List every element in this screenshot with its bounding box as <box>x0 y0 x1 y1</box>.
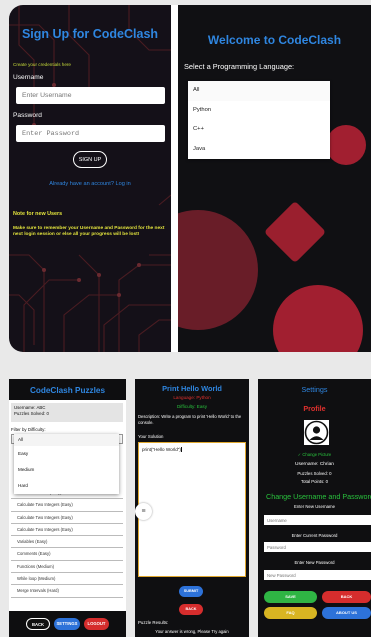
username-input[interactable] <box>16 87 165 104</box>
puzzle-language: Language: Python <box>173 395 211 400</box>
puzzle-list: Print Hello World (Easy) Calculate Two I… <box>11 487 123 598</box>
puzzles-screen: CodeClash Puzzles Username: ABC Puzzles … <box>9 379 126 637</box>
save-button[interactable]: SAVE <box>264 591 317 603</box>
puzzles-footer: BACK SETTINGS LOGOUT <box>9 611 126 637</box>
puzzle-title: Print Hello World <box>162 384 222 393</box>
signup-screen: Sign Up for CodeClash Create your creden… <box>9 5 171 352</box>
new-username-label: Enter New Username <box>293 504 336 509</box>
back-button[interactable]: BACK <box>322 591 371 603</box>
language-select-label: Select a Programming Language: <box>184 62 295 71</box>
signup-subtitle: Create your credentials here <box>13 62 71 67</box>
settings-total-points: Total Points: 0 <box>301 479 328 484</box>
puzzle-list-item[interactable]: Calculate Two Integers (Easy) <box>11 524 123 537</box>
decor-circle <box>273 285 363 352</box>
note-title: Note for new Users <box>13 211 63 217</box>
welcome-screen: Welcome to CodeClash Select a Programmin… <box>178 5 371 352</box>
settings-button[interactable]: SETTINGS <box>54 618 80 630</box>
circuit-background <box>9 5 171 352</box>
puzzle-list-item[interactable]: Calculate Two Integers (Easy) <box>11 512 123 524</box>
drawer-handle-icon[interactable]: ≡ <box>135 503 152 520</box>
puzzle-list-item[interactable]: Functions (Medium) <box>11 561 123 574</box>
difficulty-option[interactable]: Easy <box>14 446 119 462</box>
difficulty-option[interactable]: All <box>14 434 119 446</box>
language-option[interactable]: All <box>188 81 330 101</box>
avatar-icon <box>304 420 329 445</box>
settings-puzzles-solved: Puzzles Solved: 0 <box>297 471 332 476</box>
results-message: Your answer is wrong, Please Try again <box>155 629 229 634</box>
puzzles-solved-text: Puzzles Solved: 0 <box>14 411 49 416</box>
divider-strip <box>171 5 178 352</box>
back-button[interactable]: BACK <box>26 618 50 630</box>
signup-title: Sign Up for CodeClash <box>21 27 159 41</box>
note-text: Make sure to remember your Username and … <box>13 226 165 237</box>
change-credentials-heading: Change Username and Password <box>266 492 371 501</box>
difficulty-option[interactable]: Hard <box>14 478 119 494</box>
current-password-label: Enter Current Password <box>291 533 338 538</box>
solution-text: print("Hello World") <box>142 447 181 452</box>
back-button[interactable]: BACK <box>179 604 203 615</box>
difficulty-option[interactable]: Medium <box>14 462 119 478</box>
new-username-input[interactable] <box>264 515 371 525</box>
password-input[interactable] <box>16 125 165 142</box>
language-option[interactable]: C++ <box>188 120 330 140</box>
signup-button[interactable]: SIGN UP <box>73 151 107 168</box>
language-dropdown[interactable]: All Python C++ Java <box>188 81 330 159</box>
top-banner: Sign Up for CodeClash Create your creden… <box>9 5 371 352</box>
puzzle-list-item[interactable]: Comments (Easy) <box>11 548 123 561</box>
language-option[interactable]: Python <box>188 101 330 121</box>
solution-label: Your Solution <box>138 434 164 439</box>
new-password-input[interactable] <box>264 570 371 580</box>
faq-button[interactable]: FAQ <box>264 607 317 619</box>
password-label: Password <box>13 112 42 119</box>
results-label: Puzzle Results: <box>138 620 169 625</box>
submit-button[interactable]: SUBMIT <box>179 586 203 597</box>
text-cursor <box>180 447 182 453</box>
new-password-label: Enter New Password <box>294 560 335 565</box>
decor-circle-small <box>326 125 366 165</box>
welcome-title: Welcome to CodeClash <box>207 33 342 47</box>
user-info-box: Username: ABC Puzzles Solved: 0 <box>11 403 123 422</box>
puzzle-difficulty: Difficulty: Easy <box>176 404 208 409</box>
decor-diamond <box>263 200 327 264</box>
current-password-input[interactable] <box>264 542 371 552</box>
puzzle-list-item[interactable]: Variables (Easy) <box>11 536 123 549</box>
decor-blob <box>178 210 258 330</box>
screenshot-collage: Sign Up for CodeClash Create your creden… <box>0 0 371 637</box>
settings-screen: Settings Profile ✓ Change Picture Userna… <box>258 379 371 637</box>
username-label: Username <box>13 74 44 81</box>
login-link[interactable]: Already have an account? Log in <box>9 181 171 187</box>
settings-title: Settings <box>301 385 328 394</box>
solution-editor[interactable]: print("Hello World") <box>138 442 246 577</box>
difficulty-dropdown[interactable]: All Easy Medium Hard <box>14 434 119 494</box>
puzzle-list-item[interactable]: While loop (Medium) <box>11 573 123 586</box>
puzzle-list-item[interactable]: Merge Intervals (Hard) <box>11 585 123 598</box>
about-us-button[interactable]: ABOUT US <box>322 607 371 619</box>
logout-button[interactable]: LOGOUT <box>84 618 109 630</box>
change-picture-link[interactable]: ✓ Change Picture <box>258 452 371 457</box>
puzzle-list-item[interactable]: Calculate Two Integers (Easy) <box>11 499 123 512</box>
language-option[interactable]: Java <box>188 140 330 160</box>
puzzles-title: CodeClash Puzzles <box>9 379 126 400</box>
puzzle-description: Description: Write a program to print 'H… <box>138 414 242 425</box>
avatar <box>304 420 329 445</box>
filter-label: Filter by Difficulty: <box>11 427 46 432</box>
settings-username: Username: Chrian <box>295 462 334 467</box>
puzzle-detail-screen: Print Hello World Language: Python Diffi… <box>135 379 249 637</box>
profile-heading: Profile <box>303 404 326 413</box>
